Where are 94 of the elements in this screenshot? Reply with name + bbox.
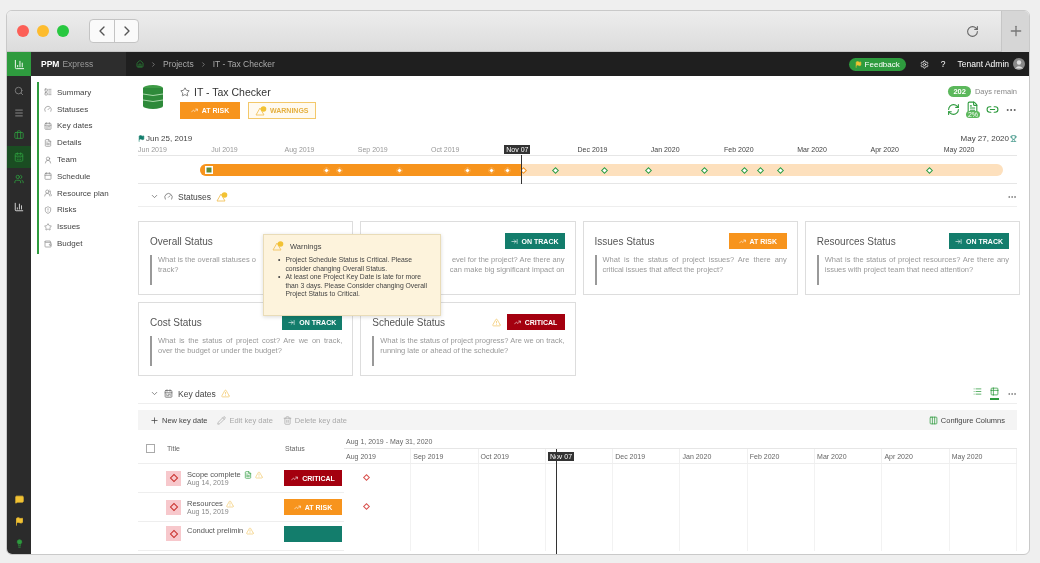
select-all-checkbox[interactable] xyxy=(146,444,155,453)
document-icon xyxy=(44,138,52,147)
chart-icon xyxy=(13,58,25,70)
end-date: May 27, 2020 xyxy=(960,134,1009,143)
trash-icon xyxy=(282,415,292,425)
section-title: Key dates xyxy=(178,388,216,399)
app-logo[interactable] xyxy=(7,52,31,76)
gauge-icon xyxy=(44,105,52,114)
start-date: Jun 25, 2019 xyxy=(146,134,193,143)
feedback-button[interactable]: Feedback xyxy=(848,57,906,71)
flag-icon xyxy=(138,135,145,142)
today-line xyxy=(521,155,523,184)
warning-icon xyxy=(255,105,267,116)
arrow-icon xyxy=(955,237,963,245)
milestone-icon xyxy=(925,166,933,174)
nav-link[interactable]: Schedule xyxy=(44,168,126,185)
warning-icon xyxy=(216,191,229,202)
settings-icon[interactable] xyxy=(919,59,929,69)
trend-up-icon xyxy=(190,107,198,114)
list-icon xyxy=(973,387,982,396)
app-name: PPM Express xyxy=(31,52,126,76)
breadcrumb-link[interactable]: IT - Tax Checker xyxy=(212,59,275,69)
flag-icon xyxy=(854,60,862,68)
milestone-icon xyxy=(463,166,471,174)
arrow-icon xyxy=(510,237,518,245)
chevron-icon xyxy=(150,60,157,68)
table-icon xyxy=(990,387,999,396)
close-window-button[interactable] xyxy=(17,25,29,37)
nav-link[interactable]: Budget xyxy=(44,235,126,252)
columns-icon xyxy=(928,415,938,425)
user-name[interactable]: Tenant Admin xyxy=(957,59,1009,69)
status-badge xyxy=(284,526,342,542)
maximize-window-button[interactable] xyxy=(57,25,69,37)
person-icon xyxy=(44,155,52,164)
table-view-button[interactable] xyxy=(990,387,999,400)
reload-icon[interactable] xyxy=(966,24,979,38)
calendar-icon xyxy=(44,172,52,181)
avatar-icon[interactable] xyxy=(1013,58,1025,70)
arrow-icon xyxy=(288,318,296,326)
nav-link[interactable]: Issues xyxy=(44,218,126,236)
milestone-icon xyxy=(777,166,785,174)
calendar-icon xyxy=(164,389,173,398)
wallet-icon xyxy=(44,239,52,248)
calendar-icon[interactable] xyxy=(7,146,31,168)
trend-up-icon xyxy=(513,318,521,326)
nav-link[interactable]: Team xyxy=(44,151,126,168)
breadcrumb-link[interactable]: Projects xyxy=(163,59,194,69)
warning-icon xyxy=(272,241,284,251)
milestone-icon xyxy=(166,526,181,541)
start-icon xyxy=(205,166,213,174)
nav-link[interactable]: Details xyxy=(44,134,126,152)
milestone-icon xyxy=(166,470,181,486)
calendar-icon xyxy=(44,122,52,130)
card-title: Schedule Status xyxy=(372,316,446,328)
new-tab-button[interactable] xyxy=(1001,11,1029,52)
link-icon[interactable] xyxy=(986,103,999,116)
star-icon xyxy=(44,222,52,231)
project-title: IT - Tax Checker xyxy=(194,86,271,98)
collapse-icon[interactable] xyxy=(150,389,159,398)
card-title: Issues Status xyxy=(594,235,655,247)
nav-link[interactable]: Resource plan xyxy=(44,184,126,202)
nav-link[interactable]: Key dates xyxy=(44,117,126,135)
section-title: Statuses xyxy=(178,191,212,202)
card-title: Overall Status xyxy=(150,235,213,247)
card-title: Resources Status xyxy=(816,235,896,247)
database-icon xyxy=(142,84,164,110)
warning-icon xyxy=(220,389,230,398)
chevron-icon xyxy=(199,60,207,68)
card-title: Cost Status xyxy=(150,316,202,328)
shield-icon xyxy=(44,205,52,214)
gauge-icon xyxy=(164,192,173,201)
document-icon xyxy=(966,101,980,114)
nav-link[interactable]: Summary xyxy=(44,84,126,101)
nav-link[interactable]: Statuses xyxy=(44,100,126,118)
trophy-icon xyxy=(1010,135,1017,142)
nav-link[interactable]: Risks xyxy=(44,201,126,219)
milestone-icon xyxy=(700,166,708,174)
list-icon xyxy=(44,88,52,97)
home-icon[interactable] xyxy=(136,60,144,68)
milestone-icon xyxy=(395,166,403,174)
favorite-star-icon[interactable] xyxy=(180,87,190,97)
trend-up-icon xyxy=(738,237,746,245)
trend-up-icon xyxy=(293,503,301,511)
milestone-icon xyxy=(644,166,652,174)
milestone-icon xyxy=(552,166,560,174)
milestone-icon xyxy=(166,499,181,515)
refresh-icon[interactable] xyxy=(946,103,960,116)
trend-up-icon xyxy=(291,474,299,482)
help-button[interactable]: ? xyxy=(940,59,946,69)
plus-icon xyxy=(150,415,159,425)
pencil-icon xyxy=(217,415,227,425)
collapse-icon[interactable] xyxy=(150,192,159,201)
milestone-icon xyxy=(600,166,608,174)
people-icon xyxy=(44,189,52,198)
